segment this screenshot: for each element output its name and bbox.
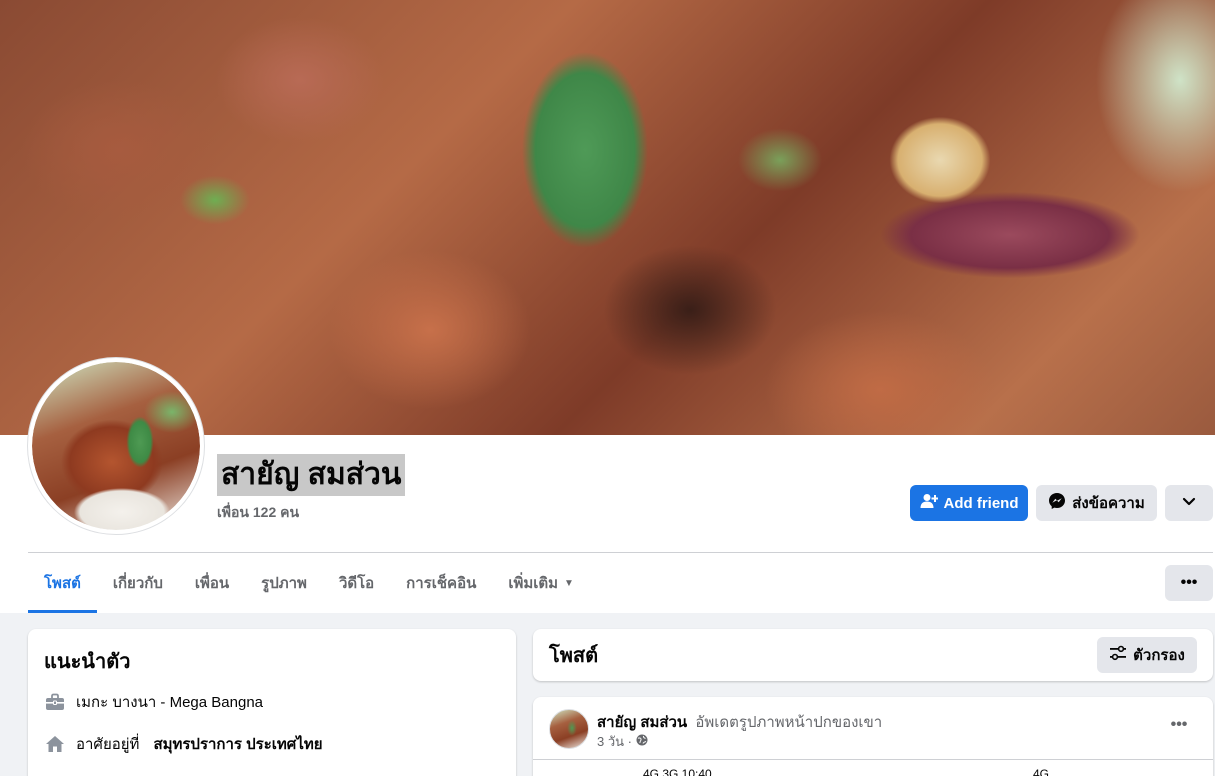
intro-work: เมกะ บางนา - Mega Bangna — [44, 691, 500, 713]
message-label: ส่งข้อความ — [1072, 495, 1145, 512]
tab-friends[interactable]: เพื่อน — [179, 553, 245, 613]
tab-checkins[interactable]: การเช็คอิน — [390, 553, 492, 613]
chevron-down-icon — [1182, 494, 1196, 512]
intro-title: แนะนำตัว — [44, 651, 131, 673]
tab-videos[interactable]: วิดีโอ — [323, 553, 390, 613]
tab-label: โพสต์ — [44, 575, 81, 592]
filter-label: ตัวกรอง — [1133, 647, 1185, 664]
post-action-text: อัพเดตรูปภาพหน้าปกของเขา — [695, 714, 883, 731]
post-divider — [533, 759, 1213, 760]
posts-header-card: โพสต์ ตัวกรอง — [533, 629, 1213, 681]
intro-lives-prefix: อาศัยอยู่ที่ — [76, 736, 140, 753]
post-author-avatar[interactable] — [549, 709, 589, 749]
more-horizontal-icon: ••• — [1180, 574, 1198, 591]
friends-count[interactable]: เพื่อน 122 คน — [217, 502, 299, 524]
tab-label: รูปภาพ — [261, 575, 307, 592]
add-friend-button[interactable]: Add friend — [910, 485, 1028, 521]
posts-title: โพสต์ — [549, 645, 599, 667]
profile-more-button[interactable] — [1165, 485, 1213, 521]
filter-icon — [1109, 645, 1127, 665]
message-button[interactable]: ส่งข้อความ — [1036, 485, 1157, 521]
tab-label: เกี่ยวกับ — [112, 575, 163, 592]
more-horizontal-icon: ••• — [1170, 716, 1188, 733]
globe-icon — [636, 734, 648, 749]
post-timestamp[interactable]: 3 วัน · — [597, 731, 632, 752]
home-icon — [44, 733, 66, 755]
post-options-button[interactable]: ••• — [1161, 711, 1197, 739]
tab-more[interactable]: เพิ่มเติม ▼ — [492, 553, 590, 613]
messenger-icon — [1048, 492, 1066, 514]
post-preview-status-left: 4G 3G 10:40 — [643, 767, 712, 776]
profile-tabs: โพสต์ เกี่ยวกับ เพื่อน รูปภาพ วิดีโอ การ… — [28, 553, 590, 613]
tab-posts[interactable]: โพสต์ — [28, 553, 97, 613]
tab-label: วิดีโอ — [338, 575, 375, 592]
intro-work-text: เมกะ บางนา - Mega Bangna — [76, 694, 264, 711]
profile-picture[interactable] — [28, 358, 204, 534]
post-author-name[interactable]: สายัญ สมส่วน — [597, 714, 687, 731]
tab-options-button[interactable]: ••• — [1165, 565, 1213, 601]
intro-lives-place[interactable]: สมุทรปราการ ประเทศไทย — [153, 732, 322, 756]
post-card: สายัญ สมส่วน อัพเดตรูปภาพหน้าปกของเขา 3 … — [533, 697, 1213, 776]
intro-card: แนะนำตัว เมกะ บางนา - Mega Bangna อาศัยอ… — [28, 629, 516, 776]
post-meta: 3 วัน · — [597, 731, 648, 752]
filter-button[interactable]: ตัวกรอง — [1097, 637, 1197, 673]
tab-label: การเช็คอิน — [406, 575, 477, 592]
post-preview-status-right: 4G — [1033, 767, 1050, 776]
intro-lives: อาศัยอยู่ที่ สมุทรปราการ ประเทศไทย — [44, 733, 500, 755]
add-friend-label: Add friend — [943, 494, 1019, 512]
tab-photos[interactable]: รูปภาพ — [245, 553, 323, 613]
add-friend-icon — [920, 493, 938, 513]
cover-photo[interactable] — [0, 0, 1215, 435]
briefcase-icon — [44, 691, 66, 713]
profile-name: สายัญ สมส่วน — [217, 454, 406, 496]
tab-label: เพื่อน — [194, 575, 230, 592]
tab-about[interactable]: เกี่ยวกับ — [97, 553, 179, 613]
caret-down-icon: ▼ — [564, 577, 574, 589]
tab-label: เพิ่มเติม — [508, 575, 559, 592]
profile-picture-image — [32, 362, 200, 530]
